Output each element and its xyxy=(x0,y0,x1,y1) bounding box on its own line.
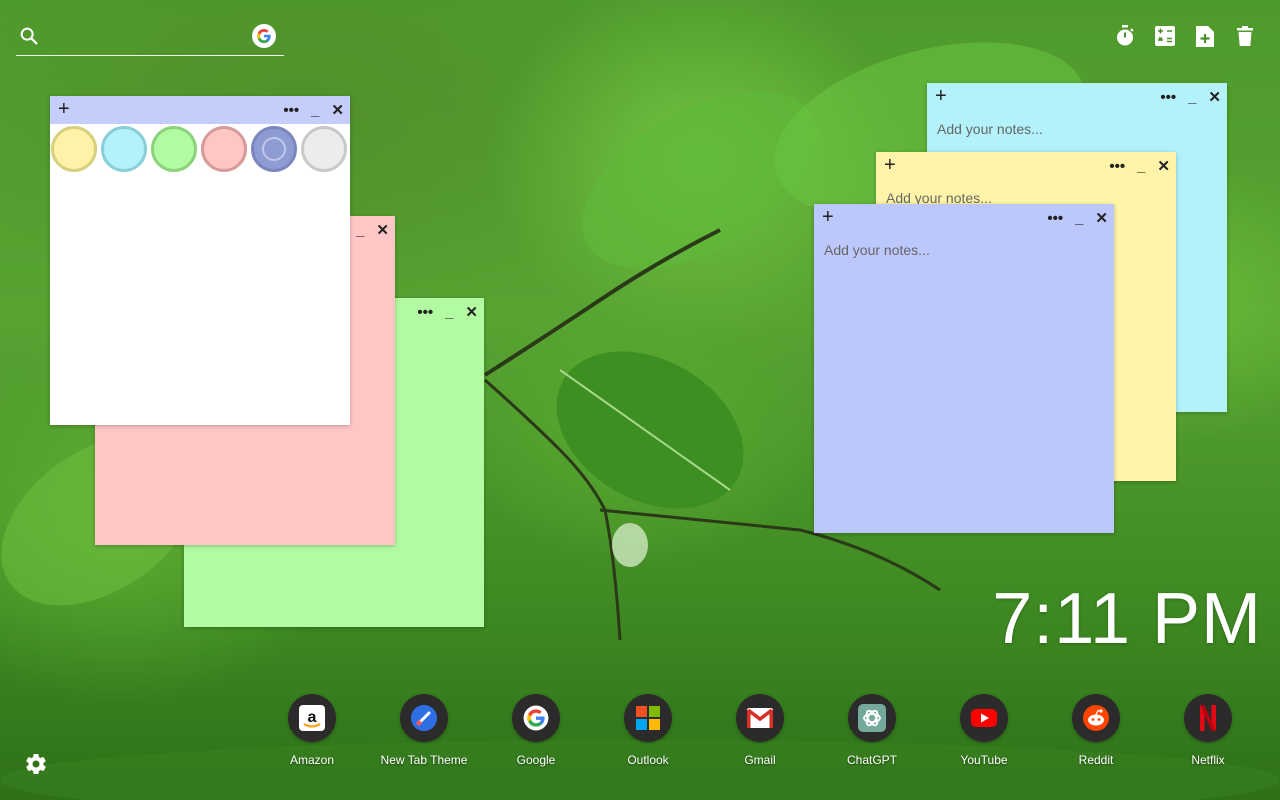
note-header: + ••• _ ✕ xyxy=(50,96,350,124)
color-swatch-green[interactable] xyxy=(151,126,197,172)
youtube-icon xyxy=(960,694,1008,742)
shortcut-label: Reddit xyxy=(1078,753,1114,767)
calculator-button[interactable] xyxy=(1154,24,1176,48)
new-tab-theme-icon xyxy=(400,694,448,742)
shortcut-label: Amazon xyxy=(289,753,335,767)
shortcut-label: Outlook xyxy=(627,753,669,767)
shortcut-label: ChatGPT xyxy=(846,753,897,767)
settings-button[interactable] xyxy=(24,752,48,776)
chatgpt-icon xyxy=(848,694,896,742)
google-icon xyxy=(257,29,271,44)
shortcut-outlook[interactable]: Outlook xyxy=(592,694,704,767)
shortcut-chatgpt[interactable]: ChatGPT xyxy=(816,694,928,767)
toolbar xyxy=(1114,24,1256,48)
shortcut-amazon[interactable]: a Amazon xyxy=(256,694,368,767)
note-header: + ••• _ ✕ xyxy=(814,204,1114,232)
color-swatch-cyan[interactable] xyxy=(101,126,147,172)
close-icon[interactable]: ✕ xyxy=(465,305,478,320)
shortcut-reddit[interactable]: Reddit xyxy=(1040,694,1152,767)
note-header: + ••• _ ✕ xyxy=(927,83,1227,111)
add-note-icon[interactable]: + xyxy=(822,206,834,228)
color-swatch-grey[interactable] xyxy=(301,126,347,172)
shortcut-new-tab-theme[interactable]: New Tab Theme xyxy=(368,694,480,767)
search-bar xyxy=(16,22,284,56)
add-note-icon[interactable]: + xyxy=(935,85,947,107)
clock: 7:11 PM xyxy=(992,579,1262,659)
minimize-icon[interactable]: _ xyxy=(1188,90,1196,105)
note-body xyxy=(814,232,1114,533)
minimize-icon[interactable]: _ xyxy=(311,103,319,118)
color-picker xyxy=(50,124,350,176)
stopwatch-icon xyxy=(1117,25,1134,46)
selected-indicator xyxy=(262,137,286,161)
microsoft-icon xyxy=(624,694,672,742)
shortcut-label: Gmail xyxy=(744,753,776,767)
more-options-icon[interactable]: ••• xyxy=(1047,211,1063,226)
shortcut-youtube[interactable]: YouTube xyxy=(928,694,1040,767)
reddit-icon xyxy=(1072,694,1120,742)
shortcut-google[interactable]: Google xyxy=(480,694,592,767)
search-icon xyxy=(20,27,38,45)
minimize-icon[interactable]: _ xyxy=(1075,211,1083,226)
calculator-icon xyxy=(1155,26,1175,46)
more-options-icon[interactable]: ••• xyxy=(1160,90,1176,105)
add-note-icon[interactable]: + xyxy=(58,98,70,120)
more-options-icon[interactable]: ••• xyxy=(1109,159,1125,174)
close-icon[interactable]: ✕ xyxy=(1157,159,1170,174)
color-swatch-yellow[interactable] xyxy=(51,126,97,172)
sticky-note-blue[interactable]: + ••• _ ✕ xyxy=(814,204,1114,533)
sticky-note-white[interactable]: + ••• _ ✕ xyxy=(50,96,350,425)
shortcut-label: New Tab Theme xyxy=(380,753,468,767)
minimize-icon[interactable]: _ xyxy=(356,223,364,238)
close-icon[interactable]: ✕ xyxy=(1095,211,1108,226)
shortcut-netflix[interactable]: Netflix xyxy=(1152,694,1264,767)
google-icon xyxy=(512,694,560,742)
gear-icon xyxy=(26,753,46,775)
note-textarea[interactable] xyxy=(824,242,1104,523)
close-icon[interactable]: ✕ xyxy=(1208,90,1221,105)
close-icon[interactable]: ✕ xyxy=(331,103,344,118)
trash-icon xyxy=(1237,26,1253,46)
netflix-icon xyxy=(1184,694,1232,742)
stopwatch-button[interactable] xyxy=(1114,24,1136,48)
minimize-icon[interactable]: _ xyxy=(1137,159,1145,174)
note-header: + ••• _ ✕ xyxy=(876,152,1176,180)
shortcut-label: YouTube xyxy=(960,753,1008,767)
gmail-icon xyxy=(736,694,784,742)
svg-text:a: a xyxy=(308,709,317,726)
shortcut-label: Netflix xyxy=(1191,753,1225,767)
shortcut-gmail[interactable]: Gmail xyxy=(704,694,816,767)
shortcut-bar: a Amazon New Tab Theme Google Outlook Gm… xyxy=(256,694,1264,767)
trash-button[interactable] xyxy=(1234,24,1256,48)
add-note-icon[interactable]: + xyxy=(884,154,896,176)
add-note-button[interactable] xyxy=(1194,24,1216,48)
shortcut-label: Google xyxy=(516,753,556,767)
color-swatch-blue-selected[interactable] xyxy=(251,126,297,172)
amazon-icon: a xyxy=(288,694,336,742)
add-note-icon xyxy=(1196,26,1214,47)
close-icon[interactable]: ✕ xyxy=(376,223,389,238)
search-input[interactable] xyxy=(48,24,248,50)
google-search-button[interactable] xyxy=(252,24,276,48)
minimize-icon[interactable]: _ xyxy=(445,305,453,320)
color-swatch-pink[interactable] xyxy=(201,126,247,172)
more-options-icon[interactable]: ••• xyxy=(283,103,299,118)
more-options-icon[interactable]: ••• xyxy=(417,305,433,320)
